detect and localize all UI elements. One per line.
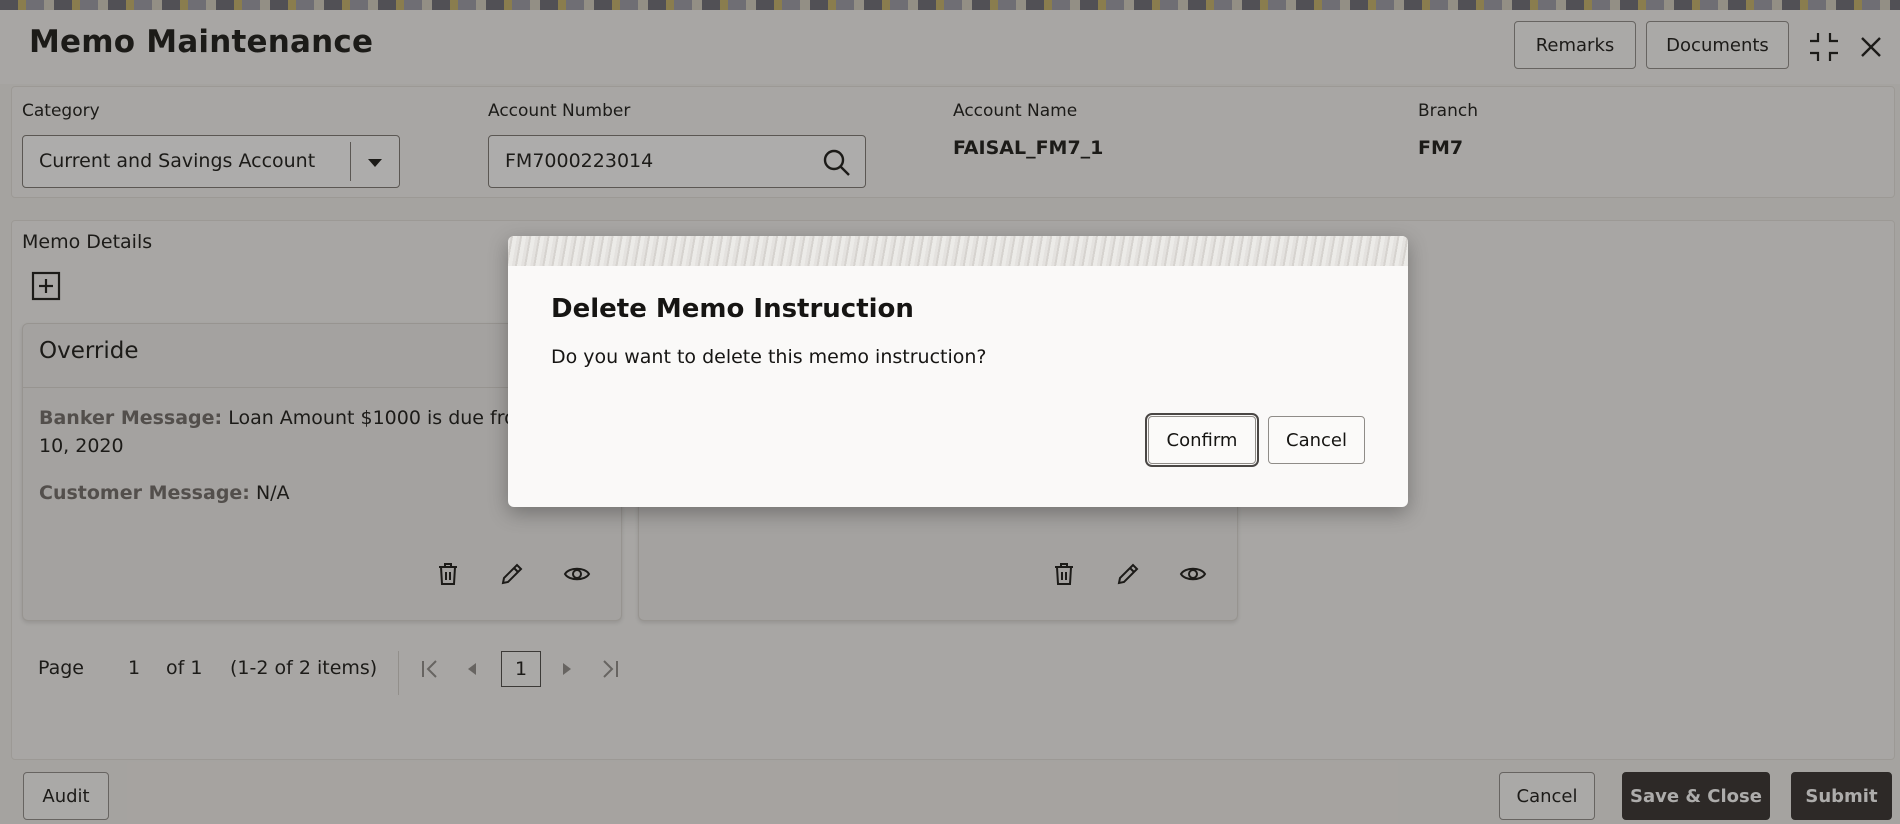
delete-memo-dialog: Delete Memo Instruction Do you want to d… bbox=[508, 236, 1408, 507]
dialog-cancel-button[interactable]: Cancel bbox=[1268, 416, 1365, 464]
confirm-button[interactable]: Confirm bbox=[1145, 413, 1259, 467]
dialog-header-band bbox=[508, 236, 1408, 266]
dialog-message: Do you want to delete this memo instruct… bbox=[551, 346, 987, 368]
dialog-title: Delete Memo Instruction bbox=[551, 294, 914, 324]
